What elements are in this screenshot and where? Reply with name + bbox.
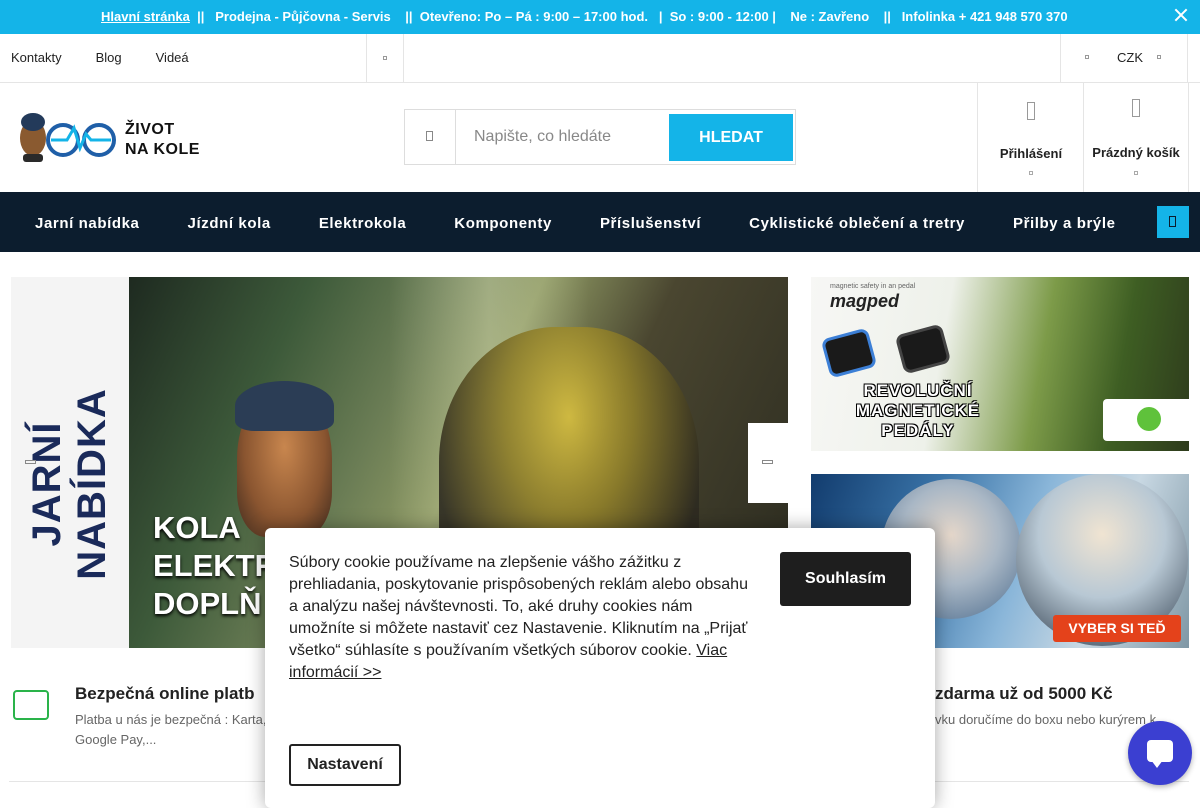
cookie-settings-button[interactable]: Nastavení: [289, 744, 401, 786]
login-label: Přihlášení: [999, 146, 1063, 161]
chat-button[interactable]: [1128, 721, 1192, 785]
slider-next-button[interactable]: [748, 423, 788, 503]
info-bar-message: Hlavní stránka || Prodejna - Půjčovna - …: [101, 9, 1068, 24]
menu-item-helmets[interactable]: Přilby a brýle: [1013, 215, 1116, 232]
main-menu: Jarní nabídka Jízdní kola Elektrokola Ko…: [0, 192, 1200, 252]
choose-now-button[interactable]: VYBER SI TEĎ: [1053, 615, 1181, 642]
nav-link-blog[interactable]: Blog: [96, 50, 122, 65]
menu-item-accessories[interactable]: Příslušenství: [600, 215, 701, 232]
close-icon[interactable]: [1174, 8, 1188, 22]
magped-headline: REVOLUČNÍ MAGNETICKÉ PEDÁLY: [855, 381, 981, 440]
chat-bubble-icon: [1147, 740, 1173, 768]
feature-desc: vku doručíme do boxu nebo kurýrem k: [935, 712, 1157, 727]
home-link[interactable]: Hlavní stránka: [101, 9, 190, 24]
menu-item-spring-offer[interactable]: Jarní nabídka: [35, 215, 140, 232]
nav-link-videos[interactable]: Videá: [156, 50, 189, 65]
cart-label: Prázdný košík: [1092, 145, 1180, 160]
chevron-down-icon: [1157, 55, 1161, 59]
currency-icon: [1085, 55, 1089, 59]
magped-banner[interactable]: magnetic safety in an pedal magped REVOLU…: [811, 277, 1189, 451]
logo-text-line2: NA KOLE: [125, 141, 200, 158]
pedal-image: [820, 327, 878, 379]
cookie-consent-dialog: Súbory cookie používame na zlepšenie váš…: [265, 528, 935, 808]
user-icon: [1027, 102, 1035, 120]
arrow-left-icon: [25, 460, 36, 464]
agree-button[interactable]: Souhlasím: [780, 552, 911, 606]
menu-item-clothing[interactable]: Cyklistické oblečení a tretry: [749, 215, 965, 232]
store-info-text: || Prodejna - Půjčovna - Servis || Otevř…: [189, 9, 1068, 24]
cart-button[interactable]: Prázdný košík: [1083, 83, 1189, 192]
feature-title: Bezpečná online platb: [75, 684, 255, 703]
currency-selector[interactable]: CZK: [1060, 34, 1188, 82]
search-icon: [405, 110, 456, 164]
more-links-toggle[interactable]: [366, 34, 404, 82]
login-button[interactable]: Přihlášení: [977, 83, 1084, 192]
search-box: HLEDAT: [404, 109, 796, 165]
payment-card-icon: [13, 690, 49, 720]
hero-line-1: KOLA: [153, 510, 241, 545]
search-button[interactable]: HLEDAT: [669, 114, 793, 161]
hero-line-2: ELEKTR: [153, 548, 277, 583]
cookie-text: Súbory cookie používame na zlepšenie váš…: [289, 554, 748, 681]
arrow-right-icon: [762, 460, 773, 464]
gecko-logo-icon: [1103, 399, 1189, 441]
cart-icon: [1132, 99, 1140, 117]
info-bar: Hlavní stránka || Prodejna - Půjčovna - …: [0, 0, 1200, 34]
menu-icon: [1169, 216, 1176, 227]
chevron-down-icon: [1134, 171, 1138, 175]
otter-bike-logo-icon: [20, 113, 116, 162]
hero-overlay-text: KOLA ELEKTR DOPLŇ: [153, 509, 277, 623]
menu-item-components[interactable]: Komponenty: [454, 215, 552, 232]
hero-line-3: DOPLŇ: [153, 586, 262, 621]
menu-item-bikes[interactable]: Jízdní kola: [188, 215, 271, 232]
site-header: ŽIVOT NA KOLE HLEDAT Přihlášení Prázdný k…: [0, 83, 1200, 192]
slider-prev-button[interactable]: [11, 423, 51, 503]
menu-item-ebikes[interactable]: Elektrokola: [319, 215, 406, 232]
feature-title: zdarma už od 5000 Kč: [935, 684, 1113, 703]
magped-tagline: magnetic safety in an pedal: [830, 283, 916, 290]
secondary-nav: Kontakty Blog Videá CZK: [0, 34, 1200, 83]
search-input[interactable]: [457, 110, 667, 164]
chevron-down-icon: [383, 56, 387, 60]
logo-text-line1: ŽIVOT: [125, 121, 175, 138]
magped-brand: magnetic safety in an pedal magped: [830, 283, 916, 311]
menu-toggle-button[interactable]: [1157, 206, 1189, 238]
site-logo[interactable]: ŽIVOT NA KOLE: [11, 108, 201, 166]
nav-link-contacts[interactable]: Kontakty: [11, 50, 62, 65]
pedal-image: [894, 323, 952, 375]
currency-value: CZK: [1117, 50, 1143, 65]
chevron-down-icon: [1029, 171, 1033, 175]
